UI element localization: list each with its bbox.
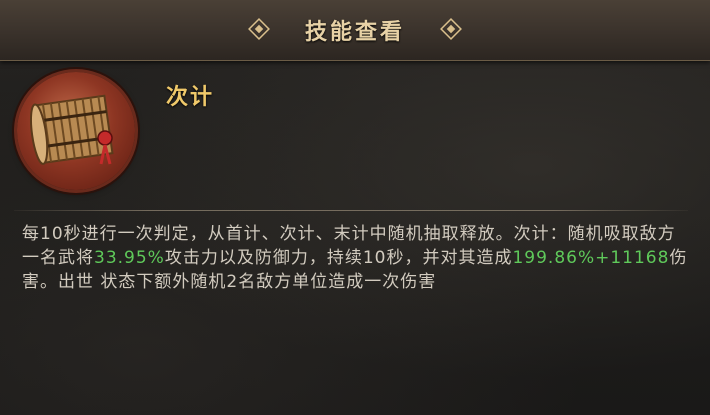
page-title: 技能查看 [304,20,405,45]
skill-icon [17,72,135,190]
diamond-ornament-icon [440,18,462,40]
skill-view-panel: 技能查看 次计 每10秒进行一次判定，从首计、次计、末计中随机抽取释放。次计：随… [0,0,710,415]
description-text: 攻击力以及防御力，持续10秒，并对其造成 [164,248,513,268]
scroll-bundle-icon [29,94,114,165]
absorb-percentage: 33.95% [94,248,165,268]
header-bar: 技能查看 [0,0,710,61]
skill-name: 次计 [166,85,215,110]
damage-value: 199.86%+11168 [512,248,670,268]
skill-description: 每10秒进行一次判定，从首计、次计、末计中随机抽取释放。次计：随机吸取敌方一名武… [22,222,688,294]
divider [14,210,688,211]
